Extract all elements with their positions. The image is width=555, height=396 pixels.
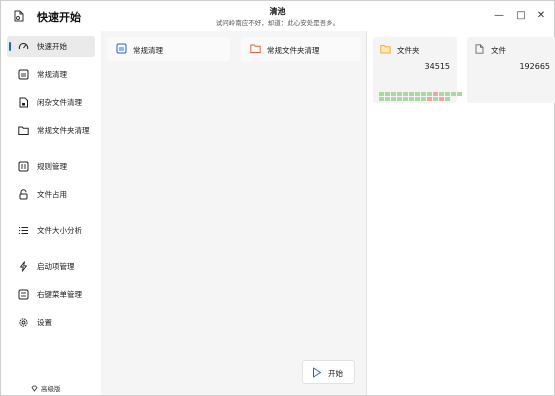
stat-value: 192665 — [519, 62, 550, 71]
folder-icon — [380, 45, 391, 54]
app-window: 快速开始 清池 试问岭南应不好，却道：此心安处是吾乡。 — □ ✕ 快速开始 常… — [0, 0, 555, 396]
status-grid — [379, 92, 462, 101]
sidebar-item-label: 闲杂文件清理 — [37, 98, 82, 107]
sidebar-item-context-menu[interactable]: 右键菜单管理 — [7, 284, 95, 305]
sidebar-item-label: 启动项管理 — [37, 262, 75, 271]
sidebar-item-size-analysis[interactable]: 文件大小分析 — [7, 220, 95, 241]
status-cell — [379, 92, 384, 96]
sidebar-item-label: 规则管理 — [37, 162, 67, 171]
sidebar-item-label: 设置 — [37, 318, 52, 327]
status-cell — [397, 92, 402, 96]
minimize-button[interactable]: — — [492, 8, 506, 22]
status-cell — [427, 92, 432, 96]
status-cell — [379, 97, 384, 101]
rules-icon — [18, 161, 29, 172]
folder-icon — [18, 126, 29, 135]
card-label: 常规清理 — [133, 46, 163, 55]
diamond-icon — [31, 385, 38, 392]
lightning-icon — [20, 261, 27, 272]
context-menu-icon — [18, 289, 29, 300]
sidebar-item-label: 常规清理 — [37, 70, 67, 79]
sidebar-item-label: 文件大小分析 — [37, 226, 82, 235]
status-cell — [409, 97, 414, 101]
status-grid-row — [379, 97, 462, 101]
status-cell — [397, 97, 402, 101]
sidebar-item-label: 快速开始 — [37, 42, 67, 51]
card-folder-clean[interactable]: 常规文件夹清理 — [241, 37, 361, 61]
start-button-label: 开始 — [328, 369, 343, 378]
status-cell — [403, 97, 408, 101]
status-cell — [451, 97, 456, 101]
folder-icon — [250, 44, 261, 53]
sidebar-item-startup[interactable]: 启动项管理 — [7, 256, 95, 277]
status-cell — [391, 97, 396, 101]
sidebar-item-file-lock[interactable]: 文件占用 — [7, 184, 95, 205]
status-cell — [445, 97, 450, 101]
main-panel: 常规清理 常规文件夹清理 开始 — [101, 31, 366, 395]
edition-badge[interactable]: 高级版 — [31, 383, 61, 393]
stat-value: 34515 — [424, 62, 450, 71]
status-cell — [415, 97, 420, 101]
sidebar-item-general-clean[interactable]: 常规清理 — [7, 64, 95, 85]
status-cell — [421, 97, 426, 101]
gear-icon — [19, 318, 28, 327]
sidebar-item-label: 文件占用 — [37, 190, 67, 199]
sidebar-item-label: 常规文件夹清理 — [37, 126, 90, 135]
stats-panel: 文件夹 34515 文件 192665 — [367, 31, 555, 395]
header-subtitle: 试问岭南应不好，却道：此心安处是吾乡。 — [215, 19, 340, 27]
stat-label: 文件夹 — [397, 46, 420, 55]
active-indicator — [9, 42, 11, 51]
status-cell — [439, 97, 444, 101]
sidebar-item-settings[interactable]: 设置 — [7, 312, 95, 333]
sidebar-item-folder-clean[interactable]: 常规文件夹清理 — [7, 120, 95, 141]
maximize-button[interactable]: □ — [514, 8, 528, 22]
play-icon — [313, 367, 321, 378]
status-cell — [445, 92, 450, 96]
status-cell — [385, 92, 390, 96]
stat-files: 文件 192665 — [467, 37, 555, 103]
status-cell — [427, 97, 432, 101]
file-icon — [475, 44, 484, 54]
status-cell — [391, 92, 396, 96]
title-bar: 快速开始 清池 试问岭南应不好，却道：此心安处是吾乡。 — □ ✕ — [1, 1, 554, 31]
status-cell — [451, 92, 456, 96]
sidebar-item-rules[interactable]: 规则管理 — [7, 156, 95, 177]
stat-folders: 文件夹 34515 — [373, 37, 462, 103]
status-cell — [433, 97, 438, 101]
header-title: 清池 — [269, 7, 286, 16]
start-button[interactable]: 开始 — [302, 360, 355, 384]
status-cell — [439, 92, 444, 96]
status-cell — [457, 92, 462, 96]
card-general-clean[interactable]: 常规清理 — [107, 37, 230, 61]
status-cell — [457, 97, 462, 101]
status-cell — [421, 92, 426, 96]
hard-drive-icon — [18, 69, 29, 80]
hard-drive-icon — [116, 43, 127, 54]
lock-icon — [19, 189, 28, 200]
card-label: 常规文件夹清理 — [267, 46, 320, 55]
status-cell — [409, 92, 414, 96]
stat-label: 文件 — [491, 46, 506, 55]
status-cell — [385, 97, 390, 101]
sidebar-item-misc-files[interactable]: 闲杂文件清理 — [7, 92, 95, 113]
status-cell — [415, 92, 420, 96]
sidebar-item-label: 右键菜单管理 — [37, 290, 82, 299]
close-button[interactable]: ✕ — [534, 8, 548, 22]
sidebar: 快速开始 常规清理 闲杂文件清理 常规文件夹清理 规则管理 文件占用 文件大小分… — [1, 31, 101, 395]
document-icon — [19, 97, 28, 108]
status-grid-row — [379, 92, 462, 96]
status-cell — [403, 92, 408, 96]
speedometer-icon — [18, 43, 29, 50]
list-icon — [19, 227, 28, 234]
sidebar-item-quick-start[interactable]: 快速开始 — [7, 36, 95, 57]
edition-label: 高级版 — [41, 385, 61, 393]
status-cell — [433, 92, 438, 96]
